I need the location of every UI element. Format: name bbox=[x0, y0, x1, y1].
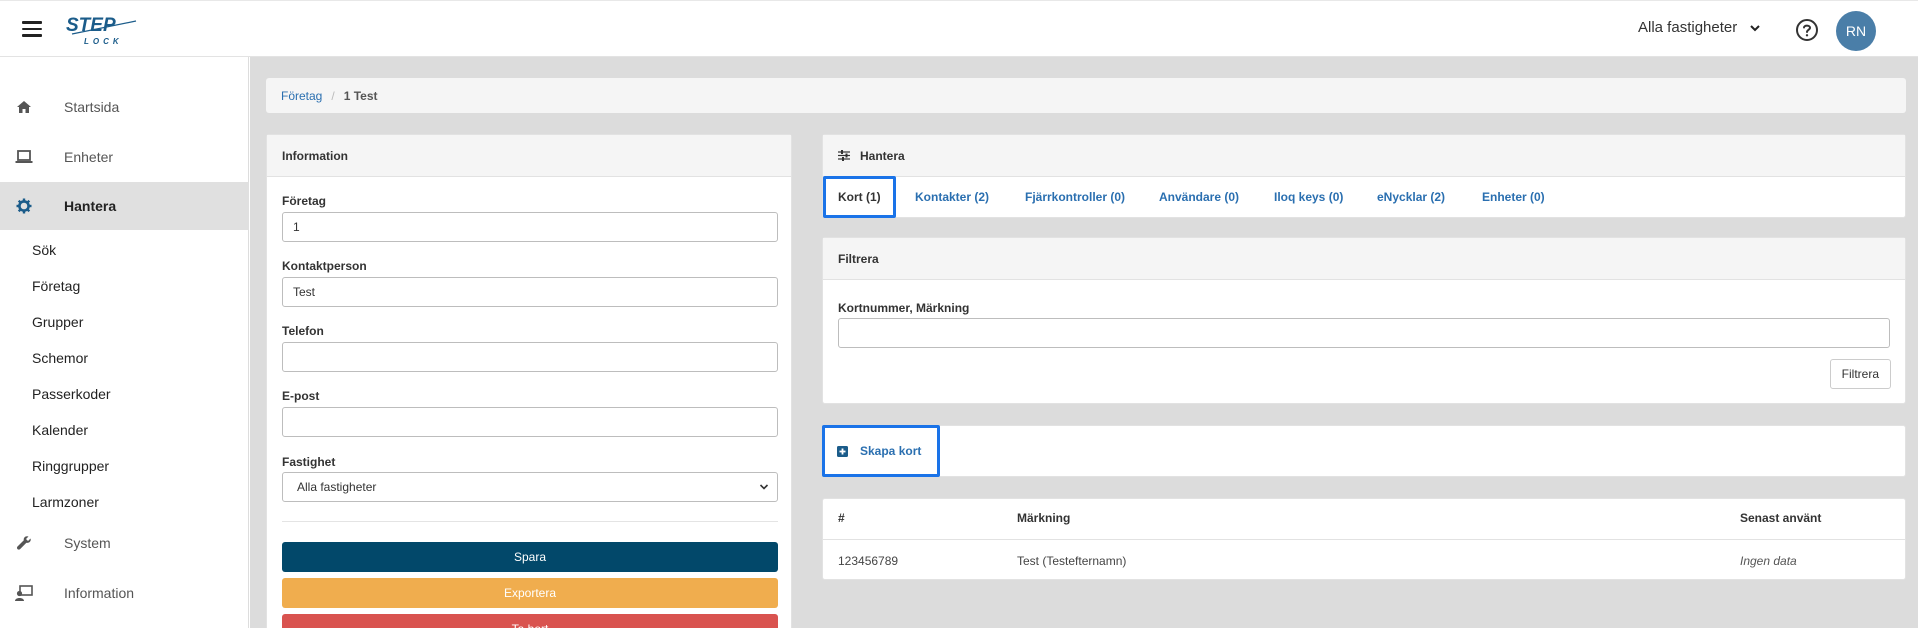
breadcrumb-separator: / bbox=[331, 88, 335, 103]
company-field[interactable]: 1 bbox=[282, 212, 778, 242]
main-content: Företag / 1 Test Information Företag 1 K… bbox=[250, 57, 1918, 628]
filter-panel: Filtrera Kortnummer, Märkning Filtrera bbox=[822, 237, 1906, 404]
user-avatar[interactable]: RN bbox=[1836, 11, 1876, 51]
sidebar-item-label: System bbox=[64, 535, 111, 551]
phone-label: Telefon bbox=[282, 324, 324, 338]
card-search-label: Kortnummer, Märkning bbox=[838, 301, 970, 315]
sidebar-item-label: Startsida bbox=[64, 99, 120, 115]
phone-field[interactable] bbox=[282, 342, 778, 372]
gear-icon bbox=[15, 197, 33, 215]
information-panel: Information Företag 1 Kontaktperson Test… bbox=[266, 134, 792, 628]
tab-kontakter[interactable]: Kontakter (2) bbox=[915, 176, 989, 218]
breadcrumb-current: 1 Test bbox=[343, 88, 378, 103]
manage-panel-header: Hantera bbox=[823, 135, 1905, 177]
breadcrumb: Företag / 1 Test bbox=[266, 78, 1906, 113]
tab-fjarrkontroller[interactable]: Fjärrkontroller (0) bbox=[1025, 176, 1125, 218]
breadcrumb-link-foretag[interactable]: Företag bbox=[281, 89, 322, 103]
sliders-icon bbox=[838, 150, 850, 161]
svg-text:LOCK: LOCK bbox=[84, 37, 123, 46]
table-header-number: # bbox=[838, 511, 845, 525]
top-bar: STEP LOCK Alla fastigheter RN bbox=[0, 0, 1918, 57]
save-button[interactable]: Spara bbox=[282, 542, 778, 572]
contact-person-label: Kontaktperson bbox=[282, 259, 367, 273]
property-dropdown[interactable]: Alla fastigheter bbox=[1638, 19, 1761, 36]
filter-panel-title: Filtrera bbox=[823, 238, 1905, 280]
property-dropdown-label: Alla fastigheter bbox=[1638, 19, 1738, 36]
email-field[interactable] bbox=[282, 407, 778, 437]
chevron-down-icon bbox=[759, 484, 769, 490]
help-icon[interactable] bbox=[1795, 18, 1819, 42]
sidebar-item-label: Hantera bbox=[64, 198, 117, 214]
sidebar-subitem-schemor[interactable]: Schemor bbox=[32, 350, 88, 366]
hamburger-menu-icon[interactable] bbox=[22, 21, 42, 37]
sidebar-subitem-grupper[interactable]: Grupper bbox=[32, 314, 83, 330]
create-card-button[interactable]: Skapa kort bbox=[822, 425, 940, 477]
sidebar-item-enheter[interactable]: Enheter bbox=[0, 133, 249, 181]
create-card-label: Skapa kort bbox=[860, 444, 922, 458]
tab-enycklar[interactable]: eNycklar (2) bbox=[1377, 176, 1445, 218]
manage-panel: Hantera Kort (1) Kontakter (2) Fjärrkont… bbox=[822, 134, 1906, 218]
contact-person-field[interactable]: Test bbox=[282, 277, 778, 307]
sidebar-subitem-foretag[interactable]: Företag bbox=[32, 278, 80, 294]
property-select[interactable]: Alla fastigheter bbox=[282, 472, 778, 502]
property-select-value: Alla fastigheter bbox=[297, 480, 377, 494]
sidebar-item-hantera[interactable]: Hantera bbox=[0, 182, 249, 230]
steplock-logo[interactable]: STEP LOCK bbox=[64, 13, 140, 47]
sidebar-item-information[interactable]: Information bbox=[0, 569, 249, 617]
sidebar-subitem-larmzoner[interactable]: Larmzoner bbox=[32, 494, 99, 510]
tab-enheter[interactable]: Enheter (0) bbox=[1482, 176, 1545, 218]
tab-iloq-keys[interactable]: Iloq keys (0) bbox=[1274, 176, 1343, 218]
svg-text:STEP: STEP bbox=[66, 15, 116, 36]
user-screen-icon bbox=[15, 584, 33, 602]
information-panel-title: Information bbox=[267, 135, 791, 177]
table-header-divider bbox=[823, 539, 1905, 540]
chevron-down-icon bbox=[1750, 24, 1760, 31]
sidebar-item-startsida[interactable]: Startsida bbox=[0, 83, 249, 131]
sidebar-subitem-sok[interactable]: Sök bbox=[32, 242, 56, 258]
delete-button[interactable]: Ta bort bbox=[282, 614, 778, 628]
export-button[interactable]: Exportera bbox=[282, 578, 778, 608]
cards-table: # Märkning Senast använt 123456789 Test … bbox=[822, 498, 1906, 580]
company-label: Företag bbox=[282, 194, 327, 208]
tab-kort[interactable]: Kort (1) bbox=[823, 176, 896, 218]
sidebar-item-label: Enheter bbox=[64, 149, 114, 165]
table-cell-label[interactable]: Test (Testefternamn) bbox=[1017, 554, 1126, 568]
filter-button[interactable]: Filtrera bbox=[1829, 359, 1891, 389]
create-card-panel: Skapa kort bbox=[822, 425, 1906, 477]
wrench-icon bbox=[15, 534, 33, 552]
sidebar-item-label: Information bbox=[64, 585, 135, 601]
form-divider bbox=[282, 521, 778, 522]
email-label: E-post bbox=[282, 389, 320, 403]
card-search-input[interactable] bbox=[838, 318, 1890, 348]
sidebar-subitem-passerkoder[interactable]: Passerkoder bbox=[32, 386, 111, 402]
property-label: Fastighet bbox=[282, 455, 336, 469]
laptop-icon bbox=[15, 148, 33, 166]
tab-anvandare[interactable]: Användare (0) bbox=[1159, 176, 1239, 218]
table-cell-last-used: Ingen data bbox=[1740, 554, 1797, 568]
sidebar: Startsida Enheter Hantera Sök Företag Gr… bbox=[0, 57, 249, 628]
table-header-label: Märkning bbox=[1017, 511, 1071, 525]
sidebar-subitem-kalender[interactable]: Kalender bbox=[32, 422, 88, 438]
home-icon bbox=[15, 98, 33, 116]
table-cell-number[interactable]: 123456789 bbox=[838, 554, 898, 568]
table-header-last-used: Senast använt bbox=[1740, 511, 1822, 525]
sidebar-item-system[interactable]: System bbox=[0, 519, 249, 567]
plus-square-icon bbox=[837, 445, 848, 457]
manage-panel-title: Hantera bbox=[860, 148, 905, 163]
sidebar-subitem-ringgrupper[interactable]: Ringgrupper bbox=[32, 458, 109, 474]
